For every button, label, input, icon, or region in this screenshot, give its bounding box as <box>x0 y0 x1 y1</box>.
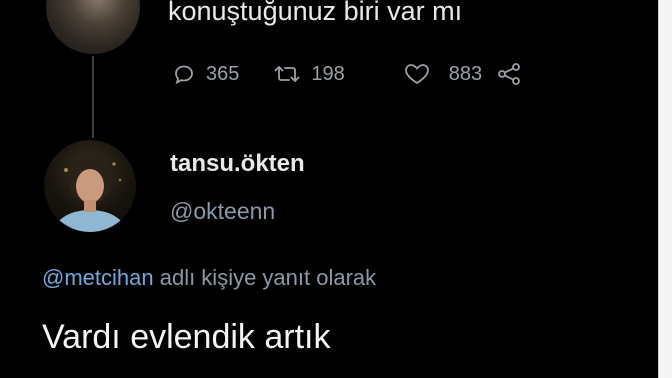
tweet-thread: konuştuğunuz biri var mı 365 198 883 tan… <box>0 0 658 378</box>
reply-count: 365 <box>206 62 240 85</box>
avatar[interactable] <box>44 140 136 232</box>
scrollbar-track[interactable] <box>658 0 672 378</box>
retweet-count: 198 <box>311 62 345 85</box>
like-count: 883 <box>448 62 483 85</box>
reply-text: Vardı evlendik artık <box>42 318 331 356</box>
replying-to-line: @metcihan adlı kişiye yanıt olarak <box>42 265 376 291</box>
mention-link[interactable]: @metcihan <box>42 265 154 290</box>
share-icon <box>496 62 522 86</box>
replying-to-suffix: adlı kişiye yanıt olarak <box>153 265 377 290</box>
thread-connector-line <box>92 56 94 138</box>
share-button[interactable] <box>496 62 522 86</box>
retweet-icon <box>273 62 301 86</box>
avatar[interactable] <box>46 0 140 54</box>
reply-button[interactable]: 365 <box>172 62 239 86</box>
reply-handle[interactable]: @okteenn <box>170 198 275 225</box>
like-button[interactable]: 883 <box>403 62 482 86</box>
reply-display-name[interactable]: tansu.ökten <box>170 150 305 178</box>
reply-icon <box>172 62 196 86</box>
tweet-text: konuştuğunuz biri var mı <box>168 0 463 26</box>
retweet-button[interactable]: 198 <box>273 62 345 86</box>
profile-photo <box>54 156 126 232</box>
tweet-action-bar: 365 198 883 <box>172 60 618 88</box>
like-icon <box>403 62 431 86</box>
